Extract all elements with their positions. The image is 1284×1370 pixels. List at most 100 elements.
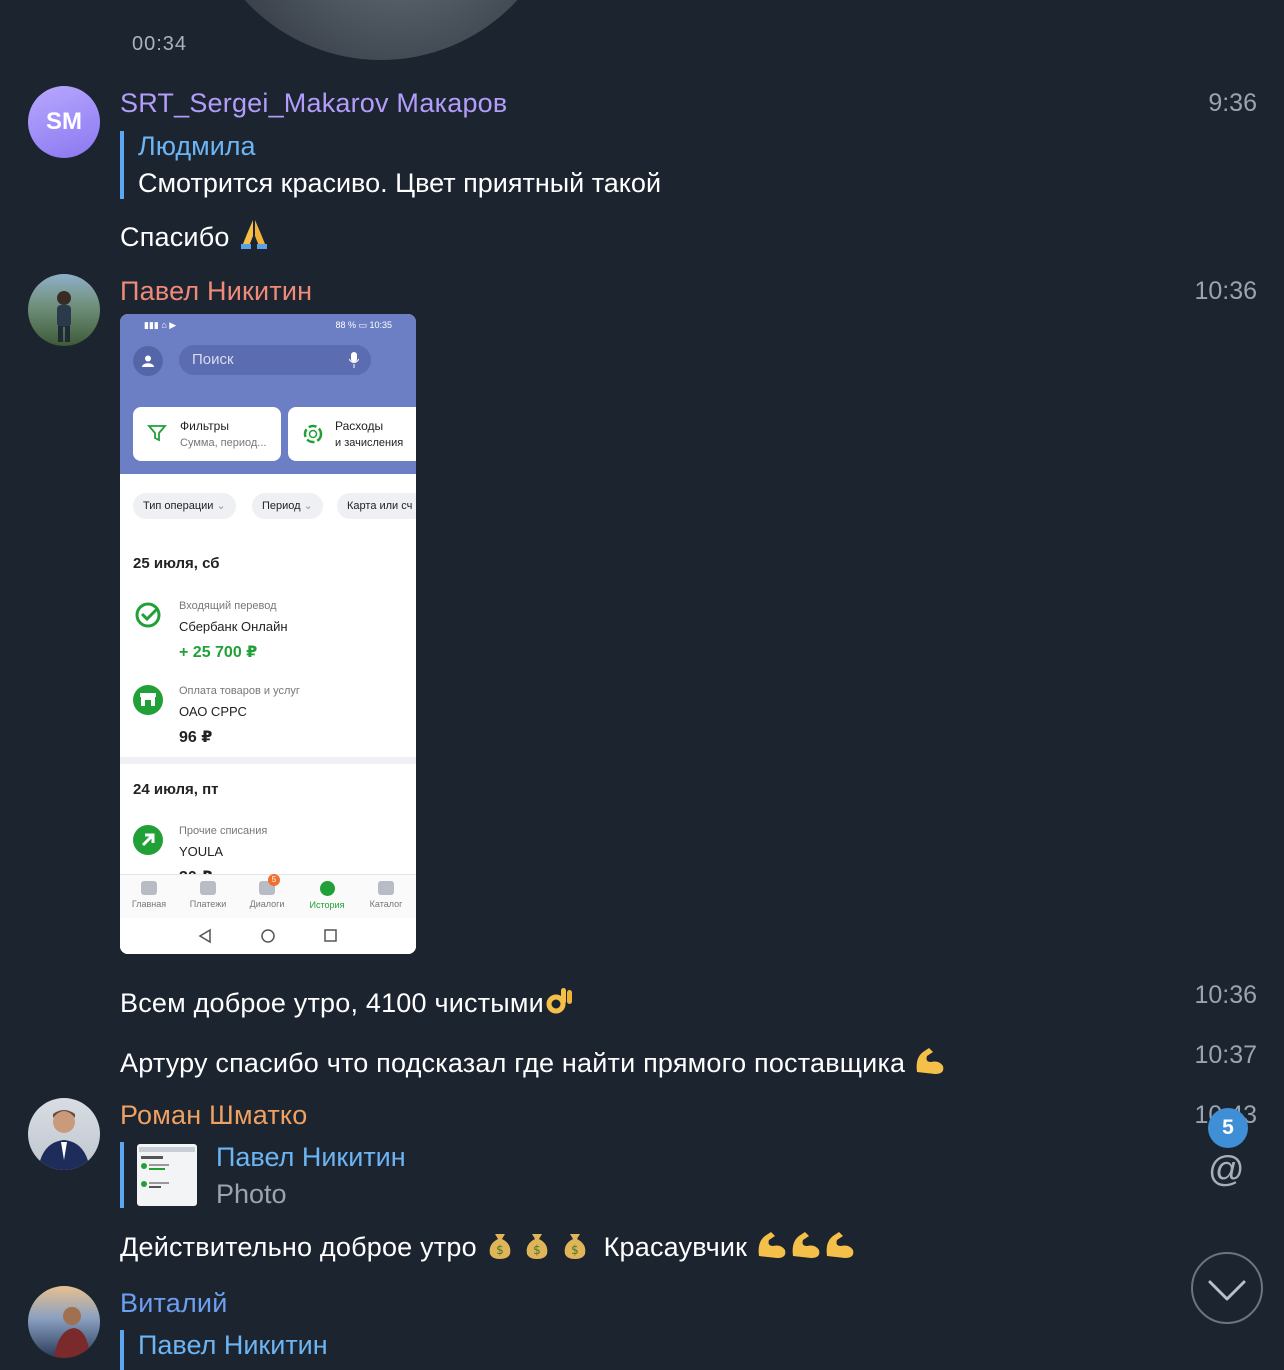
message-time: 10:36 [1194,981,1257,1009]
sender-name[interactable]: Виталий [120,1288,228,1319]
transfer-icon [200,881,216,895]
avatar[interactable]: SM [28,86,100,158]
operation-name: YOULA [179,844,224,859]
operation-category: Оплата товаров и услуг [179,685,300,697]
filter-icon [147,425,167,442]
shop-icon [133,685,163,715]
operation-name: Сбербанк Онлайн [179,619,288,634]
home-icon [141,881,157,895]
recents-icon [324,929,337,942]
status-bar: ▮▮▮ ⌂ ▶ 88 % ▭ 10:35 [144,320,392,330]
pray-emoji [241,220,268,249]
filter-chip-period[interactable]: Период ⌄ [252,493,323,519]
tab-payments[interactable]: Платежи [179,881,237,909]
svg-text:$: $ [571,1243,579,1257]
reply-text: Смотрится красиво. Цвет приятный такой [138,168,662,198]
reply-text: Photo [216,1179,287,1209]
card-title: Расходы [335,419,384,433]
battery-level: 88 % [335,320,356,330]
money-bag-emoji: $ [564,1234,586,1259]
chevron-down-icon [1208,1280,1246,1301]
message-body: Красаувчик [603,1232,748,1262]
tab-dialogs[interactable]: 5 Диалоги [238,874,296,909]
expenses-card[interactable]: Расходы и зачисления [288,407,416,461]
video-duration: 00:34 [132,33,188,55]
sberbank-logo-icon [133,600,163,630]
date-header: 25 июля, сб [133,555,220,572]
svg-text:$: $ [533,1243,541,1257]
filter-chip-card[interactable]: Карта или сч [337,493,416,519]
sender-name[interactable]: Роман Шматко [120,1100,307,1131]
flexed-biceps-emoji [758,1232,786,1258]
flexed-biceps-emoji [792,1232,820,1258]
status-time: 10:35 [369,320,392,330]
signal-icon: ▮▮▮ ⌂ ▶ [144,320,177,330]
microphone-icon[interactable] [349,352,359,368]
profile-icon[interactable] [133,346,163,376]
mention-count-badge[interactable]: 5 [1208,1108,1248,1148]
operation-amount: 30 ₽ [179,867,212,874]
back-icon [198,928,211,944]
filters-card[interactable]: Фильтры Сумма, период... [133,407,281,461]
chat-icon: 5 [259,874,280,895]
reply-thumbnail [137,1144,197,1206]
scroll-down-button[interactable] [1191,1252,1263,1324]
money-bag-emoji: $ [489,1234,510,1259]
operation-category: Входящий перевод [179,600,277,612]
person-silhouette-icon [57,291,71,342]
message-body: Артуру спасибо что подсказал где найти п… [120,1048,906,1078]
message-text: Спасибо [120,216,271,253]
home-circle-icon [261,929,275,943]
tab-badge: 5 [268,874,280,886]
android-nav-bar [120,918,416,954]
bottom-tab-bar: Главная Платежи 5 Диалоги История Катало… [120,874,416,919]
flexed-biceps-emoji [916,1048,944,1074]
clock-icon [319,881,335,896]
filter-chip-type[interactable]: Тип операции ⌄ [133,493,236,519]
video-note[interactable] [196,0,566,60]
photo-attachment[interactable]: ▮▮▮ ⌂ ▶ 88 % ▭ 10:35 Поиск Фильтры Сумма… [120,314,416,954]
person-silhouette-icon [54,1307,90,1358]
avatar[interactable] [28,1286,100,1358]
tab-catalog[interactable]: Каталог [357,881,415,909]
reply-author: Павел Никитин [138,1330,328,1360]
message-text: Всем доброе утро, 4100 чистыми [120,984,576,1019]
avatar[interactable] [28,1098,100,1170]
flexed-biceps-emoji [826,1232,854,1258]
message-body: Спасибо [120,222,230,252]
sender-name[interactable]: Павел Никитин [120,276,312,307]
operation-category: Прочие списания [179,825,268,837]
message-text: Действительно доброе утро $ $ $ Красаувч… [120,1228,857,1263]
search-input[interactable]: Поиск [179,345,371,375]
message-time: 10:37 [1194,1041,1257,1069]
ok-hand-emoji [546,988,572,1014]
card-subtitle: Сумма, период... [180,437,267,449]
tab-home[interactable]: Главная [120,881,178,909]
cart-icon [378,881,394,895]
card-title: Фильтры [180,419,229,433]
operation-amount: 96 ₽ [179,729,213,746]
message-time: 9:36 [1208,89,1257,117]
avatar[interactable] [28,274,100,346]
at-icon[interactable]: @ [1208,1148,1245,1190]
reply-author: Людмила [138,131,256,161]
svg-text:$: $ [496,1243,504,1257]
date-header: 24 июля, пт [133,781,219,798]
reply-quote[interactable]: Павел Никитин [120,1330,328,1370]
money-bag-emoji: $ [526,1234,548,1259]
card-subtitle: и зачисления [335,437,404,449]
reply-author: Павел Никитин [216,1142,406,1172]
divider [120,757,416,764]
sender-name[interactable]: SRT_Sergei_Makarov Макаров [120,88,507,119]
arrow-up-right-icon [133,825,163,855]
person-silhouette-icon [38,1110,90,1170]
operation-name: ОАО СРРС [179,704,247,719]
message-body: Действительно доброе утро [120,1232,477,1262]
app-header: ▮▮▮ ⌂ ▶ 88 % ▭ 10:35 Поиск Фильтры Сумма… [120,314,416,474]
donut-chart-icon [303,424,323,444]
operation-amount: + 25 700 ₽ [179,644,258,661]
tab-history[interactable]: История [298,881,356,910]
message-time: 10:36 [1194,277,1257,305]
reply-quote[interactable]: Людмила Смотрится красиво. Цвет приятный… [120,131,661,199]
search-placeholder: Поиск [192,351,234,368]
